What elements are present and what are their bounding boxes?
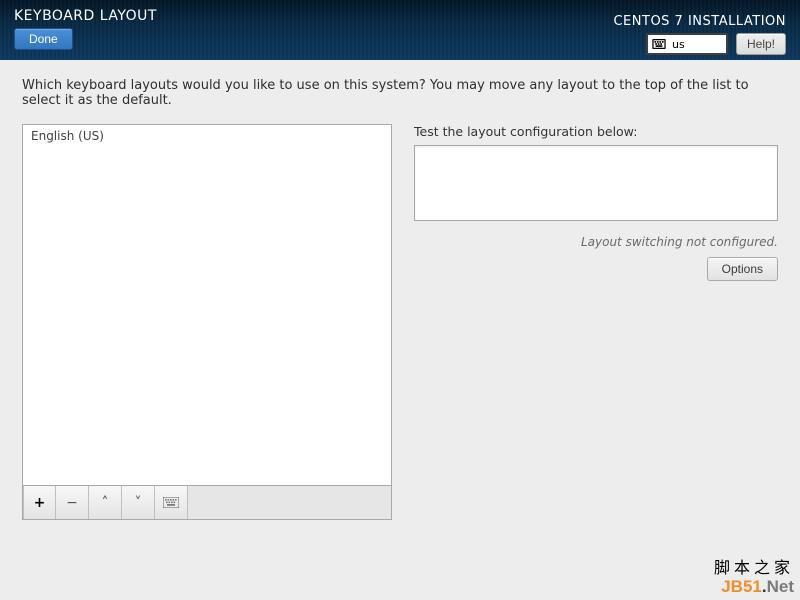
add-layout-button[interactable]: + <box>23 486 56 519</box>
remove-layout-button[interactable]: − <box>56 486 89 519</box>
header-right: CENTOS 7 INSTALLATION us Help! <box>613 14 786 55</box>
header-bar: KEYBOARD LAYOUT Done CENTOS 7 INSTALLATI… <box>0 0 800 60</box>
instruction-text: Which keyboard layouts would you like to… <box>22 78 778 108</box>
keyboard-icon <box>163 497 179 508</box>
preview-keyboard-button[interactable] <box>155 486 188 519</box>
watermark-line2: JB51.Net <box>714 578 794 596</box>
switching-status: Layout switching not configured. <box>414 235 778 249</box>
chevron-up-icon: ˄ <box>102 495 109 511</box>
install-title: CENTOS 7 INSTALLATION <box>613 14 786 29</box>
keyboard-language-indicator[interactable]: us <box>646 33 728 55</box>
layouts-panel: English (US) + − ˄ ˅ <box>22 124 392 520</box>
chevron-down-icon: ˅ <box>135 495 142 511</box>
move-up-button[interactable]: ˄ <box>89 486 122 519</box>
content-area: Which keyboard layouts would you like to… <box>0 60 800 538</box>
watermark: 脚本之家 JB51.Net <box>714 561 794 596</box>
layout-item[interactable]: English (US) <box>23 125 391 147</box>
test-input[interactable] <box>414 145 778 221</box>
plus-icon: + <box>34 495 46 511</box>
layout-toolbar: + − ˄ ˅ <box>22 486 392 520</box>
test-panel: Test the layout configuration below: Lay… <box>414 124 778 520</box>
keyboard-icon <box>652 39 666 49</box>
watermark-line1: 脚本之家 <box>714 561 794 578</box>
test-label: Test the layout configuration below: <box>414 124 778 139</box>
help-button[interactable]: Help! <box>736 33 786 55</box>
minus-icon: − <box>66 495 78 511</box>
keyboard-language-code: us <box>672 38 685 51</box>
layout-list[interactable]: English (US) <box>22 124 392 486</box>
done-button[interactable]: Done <box>14 28 73 50</box>
options-button[interactable]: Options <box>707 257 778 281</box>
move-down-button[interactable]: ˅ <box>122 486 155 519</box>
